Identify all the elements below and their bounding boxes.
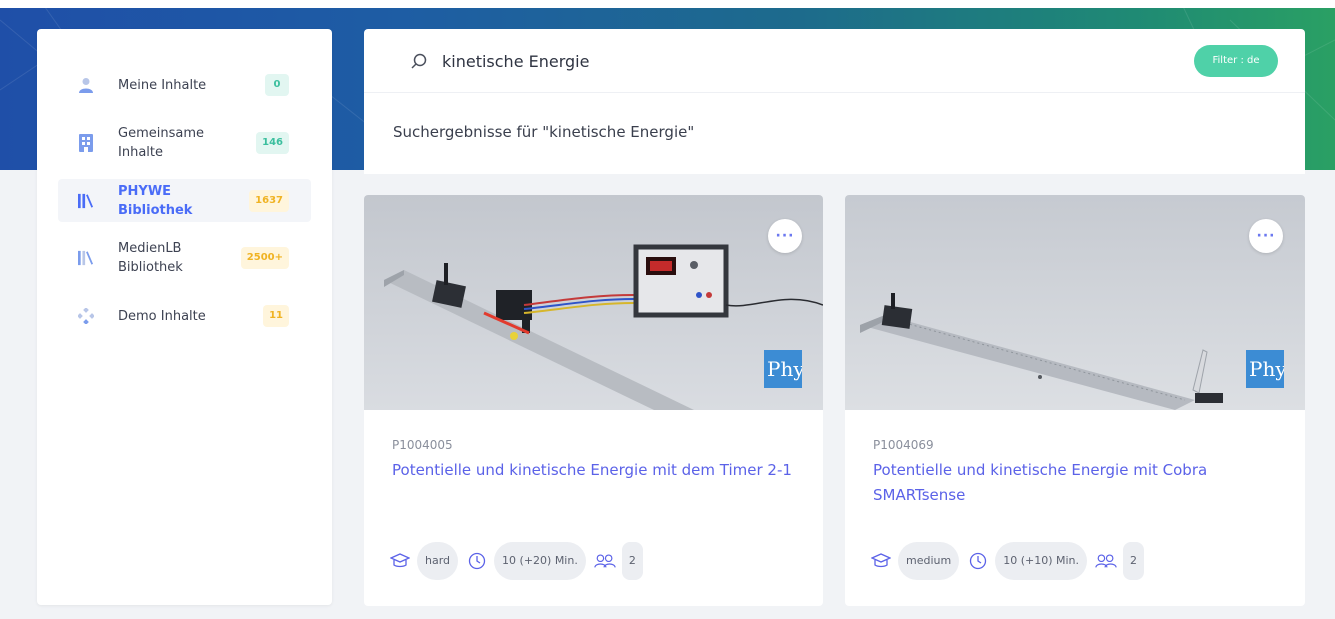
phywe-logo: Phy (764, 350, 802, 388)
experiment-image (845, 195, 1305, 410)
difficulty-badge: medium (898, 542, 960, 580)
experiment-id: P1004005 (392, 438, 453, 452)
experiment-id: P1004069 (873, 438, 934, 452)
count-badge: 1637 (249, 189, 289, 212)
duration-badge: 10 (+10) Min. (995, 542, 1088, 580)
experiment-illustration (845, 195, 1305, 410)
group-icon (594, 550, 616, 572)
results-heading: Suchergebnisse für "kinetische Energie" (393, 123, 695, 141)
duration-badge: 10 (+20) Min. (494, 542, 586, 580)
phywe-logo: Phy (1246, 350, 1284, 388)
difficulty-badge: hard (417, 542, 459, 580)
experiment-title-link[interactable]: Potentielle und kinetische Energie mit d… (392, 458, 792, 483)
experiment-meta: hard 10 (+20) Min. 2 (389, 541, 651, 581)
search-bar: Filter : de (364, 29, 1305, 93)
top-bar (0, 0, 1335, 8)
graduation-cap-icon (870, 550, 892, 572)
graduation-cap-icon (389, 550, 411, 572)
search-input[interactable] (442, 49, 1142, 73)
filter-button[interactable]: Filter : de (1194, 45, 1278, 77)
sidebar-item-label: Demo Inhalte (118, 308, 206, 324)
count-badge: 11 (263, 305, 289, 327)
library-icon (78, 249, 94, 267)
sidebar-item-label: MedienLB Bibliothek (118, 241, 183, 275)
sidebar-item-demo-inhalte[interactable]: Demo Inhalte 11 (58, 301, 311, 331)
count-badge: 146 (256, 132, 289, 154)
experiment-meta: medium 10 (+10) Min. 2 (870, 541, 1152, 581)
sidebar-item-medienlb-bibliothek[interactable]: MedienLB Bibliothek 2500+ (58, 237, 311, 279)
more-options-button[interactable]: ··· (1249, 219, 1283, 253)
experiment-title-link[interactable]: Potentielle und kinetische Energie mit C… (873, 458, 1273, 508)
building-icon (78, 134, 94, 152)
diamond-grid-icon (78, 307, 94, 325)
clock-icon (967, 550, 989, 572)
count-badge: 0 (265, 74, 289, 96)
experiment-image (364, 195, 823, 410)
sidebar-item-phywe-bibliothek[interactable]: PHYWE Bibliothek 1637 (58, 179, 311, 222)
result-card[interactable]: ··· Phy P1004005 Potentielle und kinetis… (364, 195, 823, 606)
sidebar-item-label: PHYWE Bibliothek (118, 183, 193, 218)
search-icon (411, 53, 427, 73)
sidebar-item-gemeinsame-inhalte[interactable]: Gemeinsame Inhalte 146 (58, 123, 311, 163)
more-options-button[interactable]: ··· (768, 219, 802, 253)
group-size-badge: 2 (1123, 542, 1145, 580)
user-icon (78, 76, 94, 94)
library-icon (78, 192, 94, 210)
group-size-badge: 2 (621, 542, 643, 580)
experiment-illustration (364, 195, 823, 410)
result-card[interactable]: ··· Phy P1004069 Potentielle und kinetis… (845, 195, 1305, 606)
sidebar: Meine Inhalte 0 Gemeinsame Inhalte 146 P… (37, 29, 332, 605)
search-panel: Filter : de Suchergebnisse für "kinetisc… (364, 29, 1305, 174)
sidebar-item-meine-inhalte[interactable]: Meine Inhalte 0 (58, 69, 311, 101)
sidebar-item-label: Meine Inhalte (118, 77, 207, 93)
count-badge: 2500+ (240, 247, 289, 269)
clock-icon (466, 550, 488, 572)
group-icon (1095, 550, 1117, 572)
sidebar-item-label: Gemeinsame Inhalte (118, 126, 204, 160)
